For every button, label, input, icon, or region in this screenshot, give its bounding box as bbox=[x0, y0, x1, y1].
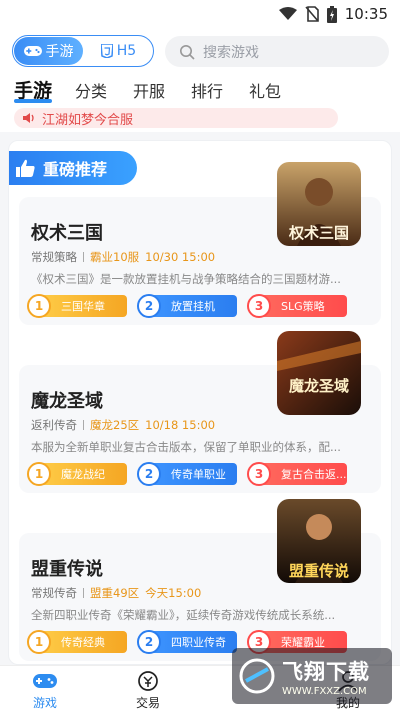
tag-number: 1 bbox=[27, 630, 51, 654]
divider bbox=[83, 252, 84, 262]
speaker-icon bbox=[23, 113, 34, 123]
notice-banner[interactable]: 江湖如梦今合服 bbox=[14, 108, 338, 128]
platform-switcher: 手游 H5 bbox=[12, 35, 154, 67]
tag-label: SLG策略 bbox=[281, 300, 325, 313]
game-cover-image[interactable]: 盟重传说 bbox=[277, 499, 361, 583]
h5-games-label: H5 bbox=[116, 43, 137, 59]
clock: 10:35 bbox=[344, 5, 388, 23]
game-tag: 2 传奇单职业 bbox=[137, 462, 237, 486]
tag-number: 1 bbox=[27, 462, 51, 486]
game-cover-art: 盟重传说 bbox=[277, 499, 361, 583]
game-tags: 1 三国华章 2 放置挂机 3 SLG策略 bbox=[27, 294, 347, 318]
game-tag: 2 四职业传奇 bbox=[137, 630, 237, 654]
game-tag: 1 三国华章 bbox=[27, 294, 127, 318]
game-meta: 常规传奇 盟重49区 今天15:00 bbox=[31, 585, 201, 601]
divider bbox=[83, 588, 84, 598]
cover-title: 权术三国 bbox=[288, 224, 349, 242]
game-description: 《权术三国》是一款放置挂机与战争策略结合的三国题材游... bbox=[31, 272, 341, 286]
tag-number: 3 bbox=[247, 462, 271, 486]
game-cover-art: 权术三国 bbox=[277, 162, 361, 246]
game-meta: 返利传奇 魔龙25区 10/18 15:00 bbox=[31, 417, 215, 433]
tag-label: 复古合击返... bbox=[281, 468, 347, 481]
trade-icon bbox=[138, 671, 158, 691]
h5-games-toggle[interactable]: H5 bbox=[84, 36, 153, 66]
notice-area: 江湖如梦今合服 bbox=[0, 108, 400, 132]
search-placeholder: 搜索游戏 bbox=[203, 44, 259, 61]
game-name: 权术三国 bbox=[31, 223, 103, 244]
tag-label: 传奇经典 bbox=[61, 636, 105, 649]
cover-title: 魔龙圣域 bbox=[289, 377, 349, 395]
section-header: 重磅推荐 bbox=[9, 151, 137, 185]
no-sim-icon bbox=[305, 6, 319, 22]
status-bar: 10:35 bbox=[0, 0, 400, 30]
recommended-panel: 重磅推荐 权术三国 常规策略 霸业10服 10/30 15:00 《权术三国》是… bbox=[8, 140, 392, 665]
mobile-games-label: 手游 bbox=[45, 44, 74, 60]
game-tag: 3 SLG策略 bbox=[247, 294, 347, 318]
battery-charging-icon bbox=[326, 5, 337, 23]
tag-number: 2 bbox=[137, 630, 161, 654]
game-cover-image[interactable]: 魔龙圣域 bbox=[277, 331, 361, 415]
tag-number: 2 bbox=[137, 462, 161, 486]
open-time: 今天15:00 bbox=[145, 586, 202, 600]
tag-label: 三国华章 bbox=[61, 300, 105, 313]
game-tags: 1 魔龙战纪 2 传奇单职业 3 复古合击返... bbox=[27, 462, 347, 486]
game-server: 霸业10服 bbox=[90, 250, 140, 264]
tag-label: 放置挂机 bbox=[171, 300, 215, 313]
game-tag: 3 复古合击返... bbox=[247, 462, 347, 486]
game-server: 魔龙25区 bbox=[90, 418, 140, 432]
active-tab-indicator bbox=[14, 99, 52, 103]
tag-label: 魔龙战纪 bbox=[61, 468, 105, 481]
divider bbox=[83, 420, 84, 430]
game-meta: 常规策略 霸业10服 10/30 15:00 bbox=[31, 249, 215, 265]
tab-categories[interactable]: 分类 bbox=[75, 78, 107, 102]
search-icon bbox=[180, 44, 195, 60]
game-tag: 1 传奇经典 bbox=[27, 630, 127, 654]
tag-number: 3 bbox=[247, 294, 271, 318]
game-server: 盟重49区 bbox=[90, 586, 140, 600]
site-watermark: 飞翔下载 WWW.FXXZ.COM bbox=[232, 648, 392, 704]
open-time: 10/18 15:00 bbox=[145, 418, 216, 432]
nav-label: 游戏 bbox=[32, 696, 57, 710]
watermark-url: WWW.FXXZ.COM bbox=[282, 685, 367, 697]
game-category: 返利传奇 bbox=[31, 418, 77, 432]
game-description: 全新四职业传奇《荣耀霸业》，延续传奇游戏传统成长系统... bbox=[31, 608, 336, 622]
watermark-logo-icon bbox=[239, 658, 275, 694]
game-description: 本服为全新单职业复古合击版本，保留了单职业的体系，配... bbox=[31, 440, 341, 454]
section-title: 重磅推荐 bbox=[43, 160, 108, 179]
tag-label: 传奇单职业 bbox=[171, 468, 226, 481]
gamepad-icon bbox=[33, 674, 57, 688]
tag-number: 2 bbox=[137, 294, 161, 318]
game-cover-art: 魔龙圣域 bbox=[277, 331, 361, 415]
nav-label: 交易 bbox=[136, 696, 161, 710]
thumbs-up-icon bbox=[16, 159, 35, 177]
gamepad-icon bbox=[23, 46, 42, 56]
html5-icon bbox=[100, 44, 113, 58]
tag-label: 四职业传奇 bbox=[171, 636, 226, 649]
mobile-games-toggle[interactable]: 手游 bbox=[14, 37, 83, 65]
game-tag: 1 魔龙战纪 bbox=[27, 462, 127, 486]
open-time: 10/30 15:00 bbox=[145, 250, 216, 264]
category-tabs: 手游 分类 开服 排行 礼包 bbox=[0, 74, 400, 108]
game-category: 常规策略 bbox=[31, 250, 77, 264]
tab-rankings[interactable]: 排行 bbox=[191, 78, 223, 102]
game-category: 常规传奇 bbox=[31, 586, 77, 600]
game-tag: 2 放置挂机 bbox=[137, 294, 237, 318]
top-bar: 手游 H5 搜索游戏 bbox=[0, 30, 400, 74]
cover-title: 盟重传说 bbox=[289, 562, 349, 580]
game-name: 魔龙圣域 bbox=[31, 391, 103, 412]
game-cover-image[interactable]: 权术三国 bbox=[277, 162, 361, 246]
nav-trade[interactable]: 交易 bbox=[136, 670, 160, 711]
tab-server-open[interactable]: 开服 bbox=[133, 78, 165, 102]
game-name: 盟重传说 bbox=[31, 559, 103, 580]
nav-games[interactable]: 游戏 bbox=[32, 670, 58, 711]
watermark-title: 飞翔下载 bbox=[282, 659, 370, 684]
search-bar[interactable]: 搜索游戏 bbox=[165, 36, 389, 67]
tag-number: 1 bbox=[27, 294, 51, 318]
tab-gift-packs[interactable]: 礼包 bbox=[249, 78, 281, 102]
notice-text: 江湖如梦今合服 bbox=[42, 112, 134, 128]
wifi-icon bbox=[278, 7, 297, 20]
